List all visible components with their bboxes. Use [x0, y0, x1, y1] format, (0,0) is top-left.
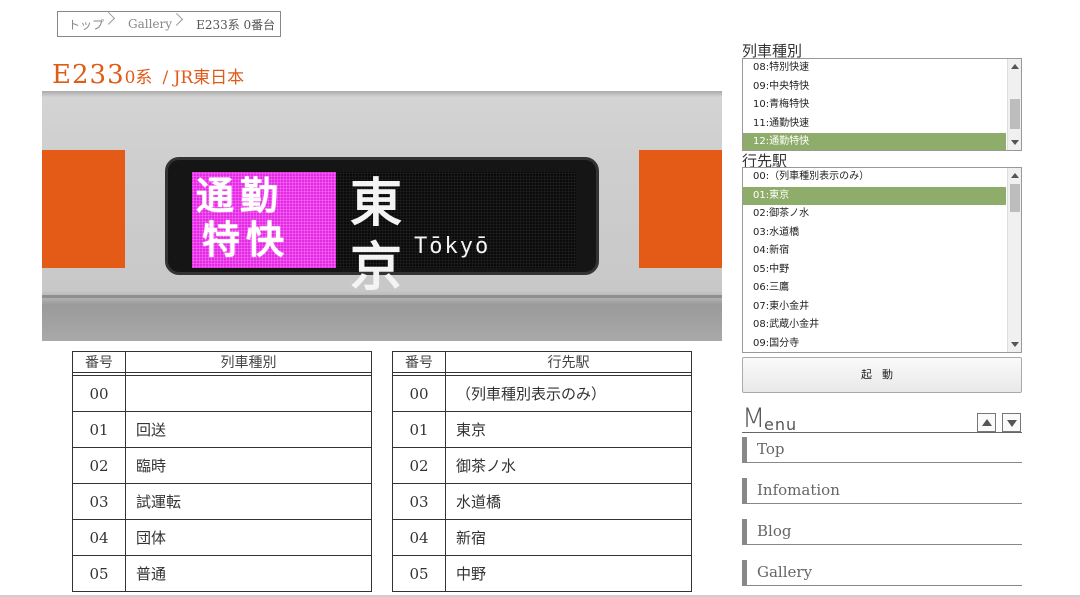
destination-option-selected[interactable]: 01:東京: [743, 186, 1006, 205]
menu-item-top[interactable]: Top: [742, 437, 1022, 463]
table-row: 00: [72, 375, 372, 412]
scroll-up-arrow-icon[interactable]: [1011, 173, 1019, 178]
destination-option[interactable]: 00:（列車種別表示のみ）: [743, 168, 1006, 187]
train-type-scrollbar[interactable]: [1007, 59, 1021, 150]
up-triangle-icon: [982, 419, 992, 426]
destination-option[interactable]: 03:水道橋: [743, 224, 1006, 243]
train-type-option[interactable]: 10:青梅特快: [743, 96, 1006, 115]
destination-indicator: 東京 Tōkyō: [342, 172, 576, 298]
destination-table: 番号 行先駅 00 （列車種別表示のみ） 01 東京 02 御茶ノ水 03 水道橋 04…: [392, 351, 692, 592]
table-row: 05 普通: [72, 555, 372, 592]
train-type-option[interactable]: 09:中央特快: [743, 78, 1006, 97]
table-row: 03 水道橋: [392, 483, 692, 520]
destination-option[interactable]: 07:東小金井: [743, 298, 1006, 317]
menu-down-button[interactable]: [1002, 413, 1021, 432]
down-triangle-icon: [1007, 420, 1017, 427]
menu-title-initial: M: [742, 403, 766, 434]
train-type-option-selected[interactable]: 12:通勤特快: [743, 133, 1006, 150]
destination-scrollbar[interactable]: [1007, 168, 1021, 352]
menu-item-label: Infomation: [757, 481, 840, 499]
breadcrumb: トップ Gallery E233系 0番台: [57, 11, 281, 37]
breadcrumb-gallery-link[interactable]: Gallery: [118, 17, 186, 31]
menu-item-infomation[interactable]: Infomation: [742, 478, 1022, 504]
table-row: 05 中野: [392, 555, 692, 592]
menu-item-label: Gallery: [757, 563, 813, 581]
table-row: 04 団体: [72, 519, 372, 556]
table-header-train-type: 列車種別: [125, 351, 372, 373]
table-header-destination: 行先駅: [445, 351, 692, 373]
orange-stripe-left: [42, 150, 125, 268]
menu-header: M enu: [742, 403, 1022, 434]
page-title: E2330系 / JR東日本: [52, 60, 244, 90]
train-type-option[interactable]: 08:特別快速: [743, 59, 1006, 78]
menu-item-gallery[interactable]: Gallery: [742, 560, 1022, 586]
title-model: E233: [52, 60, 125, 90]
scroll-thumb[interactable]: [1010, 184, 1020, 212]
scroll-up-arrow-icon[interactable]: [1011, 64, 1019, 69]
destination-option[interactable]: 05:中野: [743, 261, 1006, 280]
train-type-line1: 通勤: [196, 174, 285, 218]
breadcrumb-home-link[interactable]: トップ: [58, 16, 118, 33]
scroll-down-arrow-icon[interactable]: [1011, 342, 1019, 347]
title-variant: 0系: [124, 68, 153, 88]
train-type-options: 08:特別快速 09:中央特快 10:青梅特快 11:通勤快速 12:通勤特快: [743, 59, 1006, 150]
table-row: 00 （列車種別表示のみ）: [392, 375, 692, 412]
destination-select[interactable]: 00:（列車種別表示のみ） 01:東京 02:御茶ノ水 03:水道橋 04:新宿…: [742, 167, 1022, 353]
train-type-line2: 特快: [202, 218, 291, 262]
start-button[interactable]: 起動: [742, 357, 1022, 393]
table-row: 04 新宿: [392, 519, 692, 556]
train-type-select[interactable]: 08:特別快速 09:中央特快 10:青梅特快 11:通勤快速 12:通勤特快: [742, 58, 1022, 151]
orange-stripe-right: [639, 150, 722, 268]
menu-item-label: Top: [757, 440, 785, 458]
train-type-indicator: 通勤 特快: [192, 172, 336, 268]
menu-item-blog[interactable]: Blog: [742, 519, 1022, 545]
led-display-frame: 通勤 特快 東京 Tōkyō: [165, 157, 599, 298]
breadcrumb-current: E233系 0番台: [196, 17, 276, 32]
scroll-down-arrow-icon[interactable]: [1011, 140, 1019, 145]
table-row: 02 御茶ノ水: [392, 447, 692, 484]
table-header-number: 番号: [392, 351, 446, 373]
table-row: 01 回送: [72, 411, 372, 448]
destination-option[interactable]: 09:国分寺: [743, 335, 1006, 353]
menu-up-button[interactable]: [977, 413, 996, 432]
table-row: 01 東京: [392, 411, 692, 448]
menu-title-rest: enu: [764, 415, 798, 434]
title-company: / JR東日本: [162, 68, 245, 88]
menu-item-label: Blog: [757, 522, 792, 540]
scroll-thumb[interactable]: [1010, 99, 1020, 129]
destination-option[interactable]: 08:武蔵小金井: [743, 316, 1006, 335]
train-type-table: 番号 列車種別 00 01 回送 02 臨時 03 試運転 04 団体 05 普通: [72, 351, 372, 592]
page: トップ Gallery E233系 0番台 E2330系 / JR東日本 通勤 特…: [0, 0, 1080, 597]
destination-option[interactable]: 06:三鷹: [743, 279, 1006, 298]
train-type-option[interactable]: 11:通勤快速: [743, 115, 1006, 134]
destination-options: 00:（列車種別表示のみ） 01:東京 02:御茶ノ水 03:水道橋 04:新宿…: [743, 168, 1006, 353]
table-row: 03 試運転: [72, 483, 372, 520]
led-display: 通勤 特快 東京 Tōkyō: [192, 172, 576, 298]
destination-option[interactable]: 04:新宿: [743, 242, 1006, 261]
table-row: 02 臨時: [72, 447, 372, 484]
destination-romaji: Tōkyō: [414, 234, 491, 259]
destination-option[interactable]: 02:御茶ノ水: [743, 205, 1006, 224]
destination-display-preview: 通勤 特快 東京 Tōkyō: [42, 91, 722, 341]
table-header-number: 番号: [72, 351, 126, 373]
